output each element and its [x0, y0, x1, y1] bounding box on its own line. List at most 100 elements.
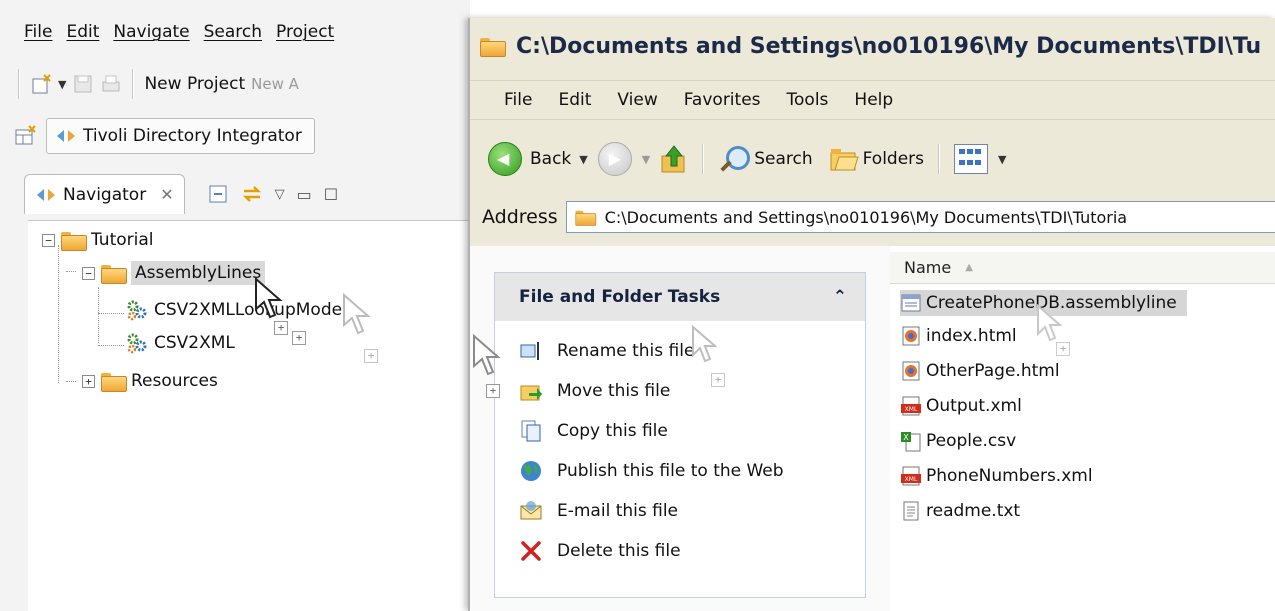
task-rename[interactable]: Rename this file: [519, 339, 694, 363]
tree-guide: [98, 287, 99, 343]
cursor-icon: [692, 325, 717, 363]
tasks-heading: File and Folder Tasks: [519, 287, 721, 307]
window-title: C:\Documents and Settings\no010196\My Do…: [480, 26, 1261, 66]
chevron-down-icon[interactable]: ▼: [58, 78, 66, 91]
file-item[interactable]: XML PhoneNumbers.xml: [900, 465, 1093, 487]
task-copy[interactable]: Copy this file: [519, 419, 668, 443]
tasks-header[interactable]: File and Folder Tasks ⌃: [495, 273, 865, 321]
link-editor-icon[interactable]: [241, 183, 263, 205]
file-item[interactable]: readme.txt: [900, 500, 1020, 522]
svg-text:XML: XML: [905, 406, 918, 413]
navigator-tools: ▽ ▭ ☐: [207, 183, 338, 205]
expand-icon[interactable]: +: [82, 374, 95, 388]
drag-copy-icon: +: [364, 349, 378, 363]
tree-guide: [98, 313, 124, 314]
tree-item-label: CSV2XML: [154, 333, 235, 353]
up-icon[interactable]: [660, 144, 688, 174]
print-icon[interactable]: [100, 73, 122, 95]
file-name: index.html: [926, 326, 1017, 346]
task-publish[interactable]: Publish this file to the Web: [519, 459, 784, 483]
collapse-all-icon[interactable]: [207, 183, 229, 205]
menu-search[interactable]: Search: [204, 22, 262, 48]
file-item[interactable]: index.html: [900, 325, 1017, 347]
views-icon[interactable]: [954, 144, 989, 174]
menu-help[interactable]: Help: [854, 90, 893, 110]
back-icon: [488, 142, 522, 176]
tdi-icon: [35, 184, 57, 206]
tree-item-label: Resources: [131, 371, 218, 391]
tab-navigator[interactable]: Navigator ✕: [24, 174, 185, 214]
file-name: Output.xml: [926, 396, 1022, 416]
menu-file[interactable]: File: [24, 22, 52, 48]
drag-copy-icon: +: [274, 321, 288, 335]
column-header-name[interactable]: Name ▲: [890, 252, 1275, 284]
toolbar-separator: [18, 69, 20, 99]
view-menu-icon[interactable]: ▽: [275, 187, 285, 202]
html-icon: [900, 360, 922, 382]
file-item[interactable]: OtherPage.html: [900, 360, 1060, 382]
assemblyline-file-icon: [900, 292, 922, 314]
file-item[interactable]: X People.csv: [900, 430, 1016, 452]
xml-icon: XML: [900, 395, 922, 417]
new-assemblyline-button[interactable]: New A: [251, 75, 299, 93]
explorer-menubar: File Edit View Favorites Tools Help: [470, 80, 1275, 120]
explorer-body: File and Folder Tasks ⌃ Rename this file…: [470, 246, 1275, 611]
task-delete[interactable]: Delete this file: [519, 539, 681, 563]
task-move[interactable]: Move this file: [519, 379, 670, 403]
new-wizard-icon[interactable]: [30, 73, 52, 95]
chevron-down-icon[interactable]: ▼: [642, 153, 650, 166]
menu-edit[interactable]: Edit: [66, 22, 99, 48]
txt-icon: [900, 500, 922, 522]
navigator-tabbar: Navigator ✕ ▽ ▭ ☐: [24, 172, 470, 216]
address-bar: Address C:\Documents and Settings\no0101…: [482, 198, 1275, 236]
new-project-button[interactable]: New Project: [144, 74, 245, 94]
tree-guide: [66, 271, 76, 272]
back-button[interactable]: Back ▼: [488, 142, 588, 176]
perspective-tdi[interactable]: Tivoli Directory Integrator: [46, 118, 315, 154]
menu-edit[interactable]: Edit: [558, 90, 591, 110]
address-field[interactable]: C:\Documents and Settings\no010196\My Do…: [565, 201, 1275, 233]
tree-guide: [58, 245, 59, 383]
assemblyline-icon: [126, 332, 148, 354]
column-name-label: Name: [904, 258, 952, 277]
perspective-bar: Tivoli Directory Integrator: [14, 116, 315, 156]
close-icon[interactable]: ✕: [160, 185, 173, 204]
menu-tools[interactable]: Tools: [787, 90, 829, 110]
email-icon: [519, 499, 543, 523]
forward-icon[interactable]: [597, 142, 632, 176]
collapse-icon[interactable]: −: [42, 233, 55, 247]
task-label: Rename this file: [557, 341, 695, 361]
maximize-icon[interactable]: ☐: [324, 185, 338, 204]
file-name: readme.txt: [926, 501, 1021, 521]
minimize-icon[interactable]: ▭: [297, 185, 312, 204]
menu-file[interactable]: File: [504, 90, 532, 110]
menu-view[interactable]: View: [617, 90, 657, 110]
tree-item-assemblylines[interactable]: − AssemblyLines: [82, 261, 266, 285]
task-email[interactable]: E-mail this file: [519, 499, 678, 523]
collapse-chevron-icon[interactable]: ⌃: [833, 287, 847, 307]
collapse-icon[interactable]: −: [82, 266, 95, 280]
menu-project[interactable]: Project: [276, 22, 334, 48]
folder-icon: [61, 231, 87, 251]
file-item[interactable]: XML Output.xml: [900, 395, 1022, 417]
address-value: C:\Documents and Settings\no010196\My Do…: [604, 207, 1128, 227]
tree-item-csv2xml-lookupmode[interactable]: CSV2XMLLookupMode: [126, 299, 342, 321]
tree-item-tutorial[interactable]: − Tutorial: [42, 230, 154, 251]
chevron-down-icon[interactable]: ▼: [579, 153, 587, 166]
tree-item-csv2xml[interactable]: CSV2XML: [126, 332, 235, 354]
tree-item-label: Tutorial: [91, 230, 154, 250]
cursor-icon: [1037, 304, 1062, 342]
tree-item-resources[interactable]: + Resources: [82, 371, 218, 392]
perspective-icon[interactable]: [14, 125, 36, 147]
menu-favorites[interactable]: Favorites: [684, 90, 761, 110]
menu-navigate[interactable]: Navigate: [113, 22, 189, 48]
eclipse-window: File Edit Navigate Search Project ▼ New …: [0, 0, 470, 611]
tasks-pane: File and Folder Tasks ⌃ Rename this file…: [470, 246, 890, 611]
search-button[interactable]: Search: [718, 144, 813, 174]
save-icon[interactable]: [72, 73, 94, 95]
cursor-icon: [255, 277, 283, 319]
folders-button[interactable]: Folders: [829, 144, 924, 174]
chevron-down-icon[interactable]: ▼: [998, 153, 1006, 166]
explorer-window: C:\Documents and Settings\no010196\My Do…: [468, 18, 1275, 611]
drag-copy-icon: +: [1056, 342, 1070, 356]
